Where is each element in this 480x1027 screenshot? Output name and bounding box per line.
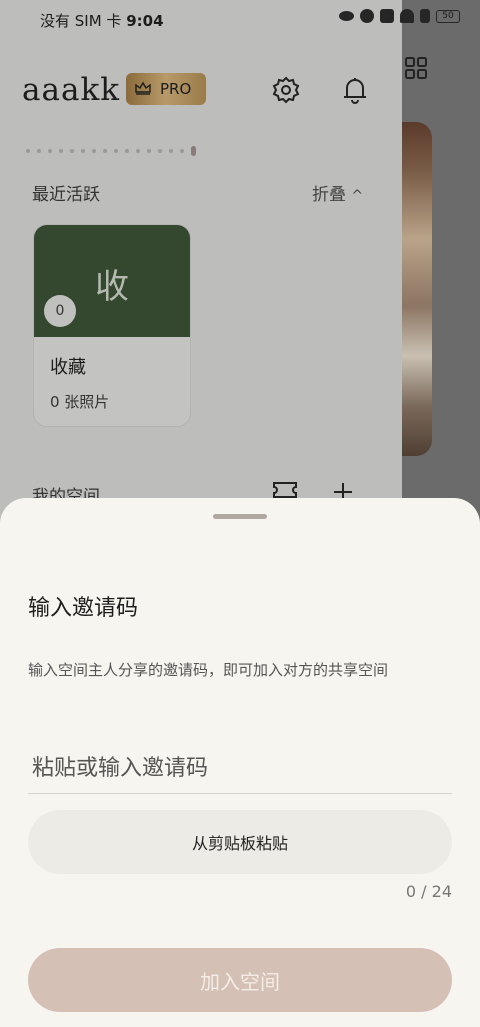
clock-text: 9:04 [126, 12, 164, 30]
page-indicator [26, 146, 196, 156]
battery-icon: 50 [436, 9, 460, 23]
album-photo-count: 0 张照片 [50, 393, 110, 411]
recent-title: 最近活跃 [32, 185, 100, 205]
sheet-title: 输入邀请码 [28, 596, 139, 621]
album-count-badge: 0 [44, 295, 76, 327]
ticket-icon[interactable] [272, 480, 298, 500]
eye-icon [339, 11, 354, 21]
wifi-icon [400, 9, 414, 23]
paste-from-clipboard-button[interactable]: 从剪贴板粘贴 [28, 810, 452, 874]
grid-icon[interactable] [404, 56, 428, 80]
album-name: 收藏 [50, 357, 86, 378]
sheet-drag-handle[interactable] [213, 514, 267, 519]
gear-icon[interactable] [272, 76, 300, 104]
mute-icon [380, 9, 394, 23]
carrier-text: 没有 SIM 卡 [40, 12, 122, 30]
alarm-icon [360, 9, 374, 23]
chevron-up-icon: ^ [351, 188, 364, 204]
status-bar: 没有 SIM 卡 9:04 50 [0, 0, 480, 38]
invite-code-sheet: 输入邀请码 输入空间主人分享的邀请码，即可加入对方的共享空间 从剪贴板粘贴 0 … [0, 498, 480, 1027]
alert-icon [420, 9, 430, 23]
join-space-button[interactable]: 加入空间 [28, 948, 452, 1012]
pro-label: PRO [160, 80, 192, 98]
album-cover: 收 0 [34, 225, 190, 337]
sheet-description: 输入空间主人分享的邀请码，即可加入对方的共享空间 [28, 661, 389, 679]
char-counter: 0 / 24 [405, 882, 452, 901]
background-photo [398, 122, 432, 456]
album-card[interactable]: 收 0 收藏 0 张照片 [33, 224, 191, 427]
bell-icon[interactable] [342, 76, 368, 104]
fold-button[interactable]: 折叠 ^ [312, 180, 363, 205]
fold-label: 折叠 [312, 185, 346, 205]
pro-badge[interactable]: PRO [126, 73, 206, 105]
brand-name: aaakk [22, 72, 121, 108]
crown-icon [135, 81, 151, 95]
invite-code-input[interactable] [28, 744, 452, 794]
